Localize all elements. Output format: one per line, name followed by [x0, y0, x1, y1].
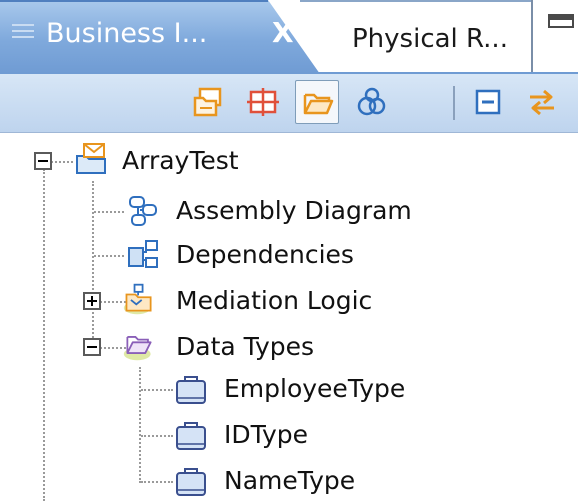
module-icon	[76, 143, 106, 174]
view-toolbar	[0, 74, 578, 133]
tab-active-top-border	[0, 0, 268, 2]
tree-guide-level2	[139, 367, 141, 483]
business-object-icon	[176, 376, 206, 404]
tree-guide-level1	[92, 181, 94, 353]
tree-label-mediation-logic[interactable]: Mediation Logic	[176, 286, 372, 316]
sync-arrows-icon	[530, 89, 554, 116]
tree-label-idtype[interactable]: IDType	[224, 420, 308, 450]
tree-connector	[51, 161, 73, 163]
tree-label-dependencies[interactable]: Dependencies	[176, 240, 354, 270]
tree-label-data-types[interactable]: Data Types	[176, 332, 314, 362]
tree-label-assembly-diagram[interactable]: Assembly Diagram	[176, 196, 412, 226]
link-circles-icon	[357, 87, 386, 116]
tab-separator	[531, 0, 533, 74]
filter-grid-icon	[247, 88, 279, 116]
tree-connector	[94, 211, 124, 213]
business-object-icon	[176, 422, 206, 450]
collapse-toggle-data-types[interactable]	[83, 338, 101, 356]
open-folder-button[interactable]	[295, 80, 339, 124]
view-tab-strip: Business I... X Physical R...	[0, 0, 578, 74]
toolbar-separator	[453, 86, 455, 120]
dependencies-icon	[128, 240, 158, 268]
close-icon[interactable]: X	[272, 16, 294, 50]
tree-label-employeetype[interactable]: EmployeeType	[224, 374, 405, 404]
open-folder-icon	[303, 93, 334, 115]
tree-connector	[94, 255, 124, 257]
tab-physical-resources-label[interactable]: Physical R...	[352, 24, 508, 54]
tree-connector	[141, 435, 173, 437]
collapse-all-icon	[475, 89, 501, 115]
tree-label-nametype[interactable]: NameType	[224, 466, 355, 496]
link-with-editor-button[interactable]	[520, 80, 564, 124]
business-object-icon	[176, 468, 206, 496]
tree-guide-root	[43, 169, 45, 501]
tree-connector	[141, 389, 173, 391]
minimize-icon[interactable]	[548, 14, 574, 28]
tab-inactive-top-border	[300, 0, 532, 2]
business-integration-tree: ArrayTest Assembly Diagram Dependencies …	[0, 133, 578, 501]
view-grip-icon	[12, 24, 34, 46]
link-circles-button[interactable]	[349, 80, 393, 124]
tree-label-root[interactable]: ArrayTest	[122, 146, 239, 176]
mediation-logic-icon	[123, 283, 152, 315]
collapse-toggle-root[interactable]	[34, 152, 52, 170]
assembly-diagram-icon	[129, 196, 157, 226]
new-module-icon	[193, 87, 222, 117]
new-module-button[interactable]	[186, 80, 230, 124]
expand-toggle-mediation-logic[interactable]	[83, 292, 101, 310]
collapse-all-button[interactable]	[466, 80, 510, 124]
tab-business-integration-label[interactable]: Business I...	[46, 18, 207, 49]
data-types-folder-icon	[123, 336, 152, 361]
filter-grid-button[interactable]	[241, 80, 285, 124]
tree-connector	[141, 481, 173, 483]
